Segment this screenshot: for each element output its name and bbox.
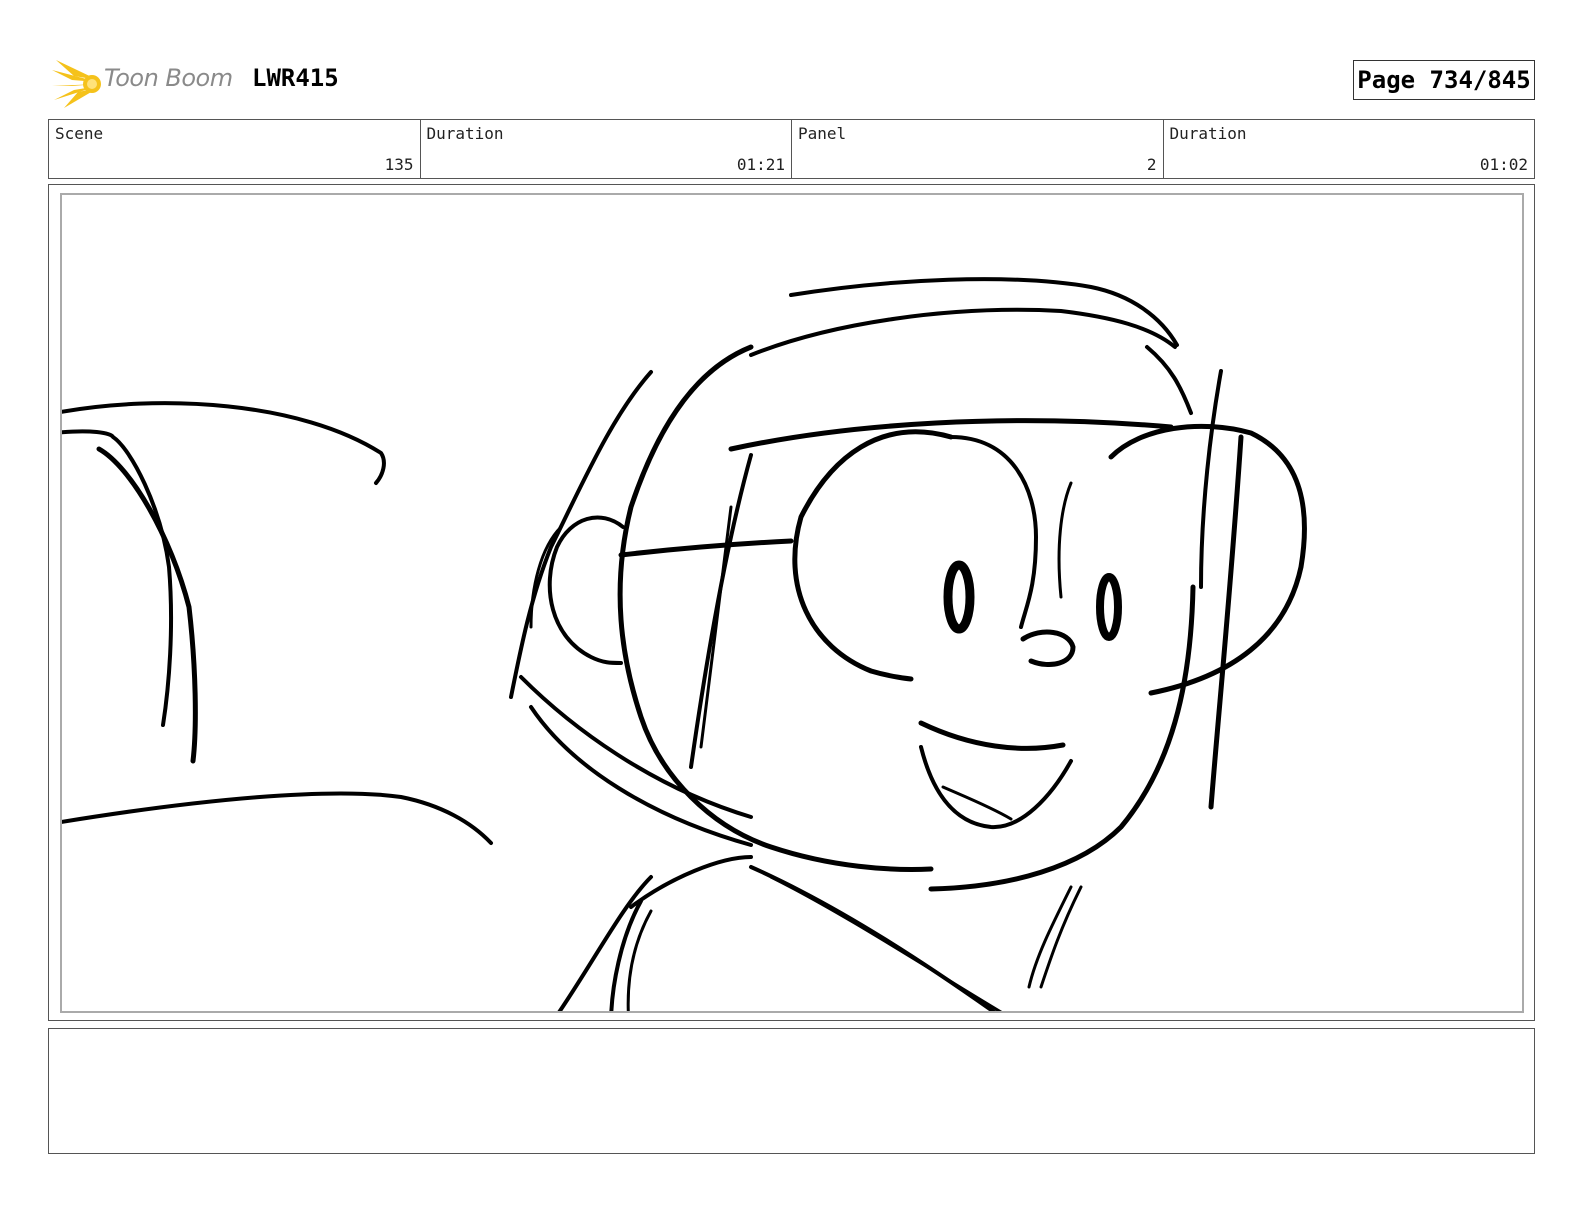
- left-eye-right: [949, 435, 1038, 629]
- panel-duration-cell: Duration 01:02: [1164, 120, 1535, 178]
- construction-line-1: [689, 453, 753, 769]
- neck-right: [1027, 885, 1073, 989]
- logo-text: Toon Boom: [104, 64, 233, 92]
- ear-inner: [529, 525, 563, 629]
- info-bar: Scene 135 Duration 01:21 Panel 2 Duratio…: [48, 119, 1535, 179]
- panel-cell: Panel 2: [792, 120, 1164, 178]
- toon-boom-logo: Toon Boom: [52, 56, 242, 108]
- glasses-bridge: [618, 538, 794, 558]
- construction-line-2: [699, 505, 733, 749]
- hair-right: [1145, 345, 1193, 415]
- panel-duration-label: Duration: [1169, 124, 1247, 143]
- collar-left-2: [529, 705, 753, 847]
- scene-duration-value: 01:21: [736, 155, 785, 174]
- panel-label: Panel: [798, 124, 847, 143]
- page-indicator: Page 734/845: [1353, 60, 1535, 100]
- collar-top: [629, 855, 753, 909]
- seat-cushion: [62, 791, 493, 845]
- panel-duration-value: 01:02: [1479, 155, 1528, 174]
- panel-caption-box: [48, 1028, 1535, 1154]
- tongue: [941, 785, 1013, 821]
- left-eye-outline: [792, 429, 954, 682]
- right-pupil: [1096, 573, 1122, 641]
- panel-value: 2: [1146, 155, 1157, 174]
- mouth-top: [918, 720, 1066, 751]
- shoulder-left-3: [626, 909, 653, 1011]
- right-eye-left: [1057, 481, 1073, 599]
- toon-boom-burst-icon: [52, 60, 101, 108]
- construction-line-4: [1208, 434, 1244, 810]
- storyboard-panel-image: [60, 193, 1524, 1013]
- left-pupil: [943, 560, 975, 634]
- project-title: LWR415: [252, 64, 339, 92]
- scene-cell: Scene 135: [49, 120, 421, 178]
- scene-duration-label: Duration: [426, 124, 504, 143]
- ear-outline: [547, 515, 625, 665]
- back-of-head: [509, 370, 653, 699]
- character-sketch: [62, 277, 1307, 1011]
- construction-line-3: [1199, 369, 1223, 589]
- scene-value: 135: [384, 155, 414, 174]
- hair-top-2: [749, 307, 1177, 357]
- storyboard-panel-frame: [48, 184, 1535, 1021]
- seat-back-outline: [62, 401, 386, 485]
- scene-duration-cell: Duration 01:21: [421, 120, 792, 178]
- nose: [1020, 629, 1076, 667]
- seat-arm: [96, 446, 198, 764]
- seat-back-inner: [62, 429, 174, 727]
- scene-label: Scene: [55, 124, 104, 143]
- shoulder-left-2: [609, 899, 643, 1011]
